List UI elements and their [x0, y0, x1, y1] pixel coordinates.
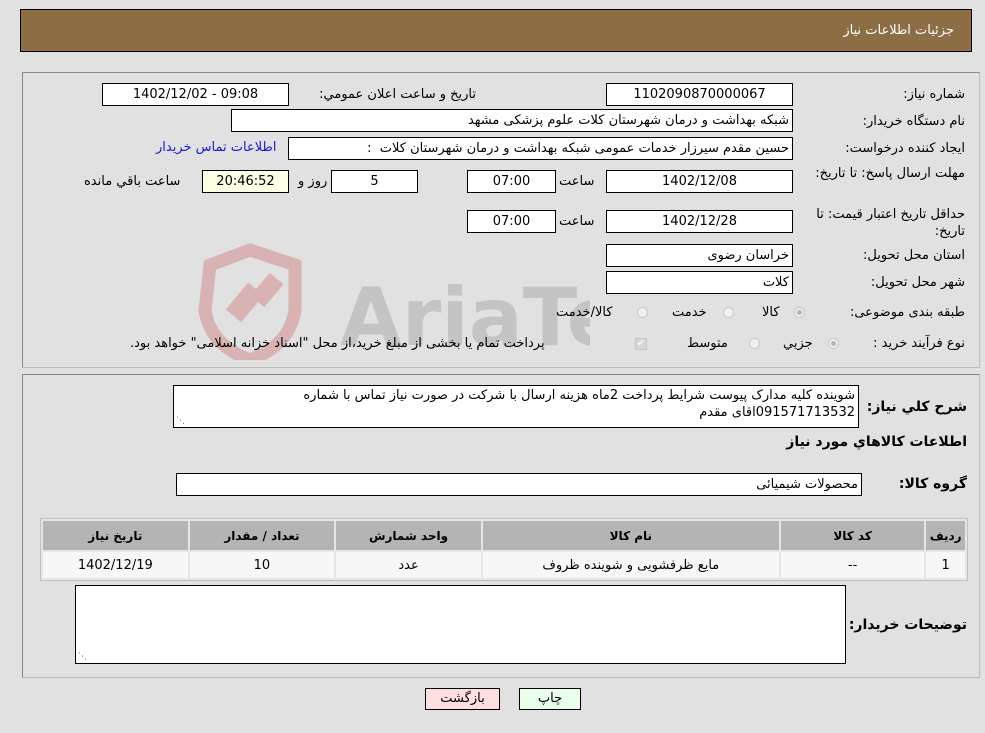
description-textarea[interactable]: شوينده کليه مدارک پيوست شرايط پرداخت 2ما…	[173, 385, 859, 428]
category-option-service: خدمت	[672, 305, 707, 320]
resize-grip-icon[interactable]: ⋰	[176, 417, 185, 426]
process-option-minor: جزيي	[783, 336, 813, 351]
page-title: جزئيات اطلاعات نياز	[843, 23, 954, 38]
delivery-city-field: کلات	[606, 271, 793, 294]
purchase-process-label: نوع فرآيند خريد :	[873, 336, 965, 351]
delivery-province-label: استان محل تحويل:	[863, 248, 965, 263]
remaining-label: ساعت باقي مانده	[84, 174, 181, 189]
cell-code: --	[780, 552, 925, 578]
category-radio-service[interactable]	[723, 307, 734, 318]
goods-section-title: اطلاعات کالاهاي مورد نياز	[786, 434, 967, 450]
category-option-goods-service: کالا/خدمت	[556, 305, 613, 320]
requester-name: حسین مقدم سیرزار خدمات عمومی شبکه بهداشت…	[379, 141, 789, 156]
buyer-notes-label: توضيحات خريدار:	[848, 617, 967, 633]
items-table-header: رديف کد کالا نام کالا واحد شمارش تعداد /…	[43, 521, 965, 550]
col-code: کد کالا	[780, 521, 925, 550]
remaining-time-field: 20:46:52	[202, 170, 289, 193]
category-radio-goods-service[interactable]	[637, 307, 648, 318]
reply-deadline-date: 1402/12/08	[606, 170, 793, 193]
table-row: 1 -- مايع ظرفشويی و شوينده ظروف عدد 10 1…	[43, 552, 965, 578]
process-option-medium: متوسط	[687, 336, 728, 351]
price-validity-date: 1402/12/28	[606, 210, 793, 233]
reply-deadline-time: 07:00	[467, 170, 556, 193]
price-validity-time-label: ساعت	[559, 214, 595, 229]
description-text: شوينده کليه مدارک پيوست شرايط پرداخت 2ما…	[303, 388, 855, 420]
buyer-notes-textarea[interactable]: ⋰	[75, 585, 846, 664]
requester-separator: :	[367, 141, 372, 156]
cell-row: 1	[926, 552, 965, 578]
category-radio-goods[interactable]	[794, 307, 805, 318]
requester-label: ايجاد کننده درخواست:	[845, 141, 965, 156]
process-radio-minor[interactable]	[828, 338, 839, 349]
need-number-label: شماره نياز:	[903, 87, 965, 102]
buyer-org-field: شبکه بهداشت و درمان شهرستان کلات علوم پز…	[231, 109, 793, 132]
col-row: رديف	[926, 521, 965, 550]
reply-deadline-label: مهلت ارسال پاسخ: تا تاريخ:	[815, 166, 965, 181]
cell-need-date: 1402/12/19	[43, 552, 188, 578]
items-table: رديف کد کالا نام کالا واحد شمارش تعداد /…	[40, 518, 968, 581]
category-label: طبقه بندی موضوعی:	[849, 305, 965, 320]
remaining-days-field: 5	[331, 170, 418, 193]
treasury-checkbox-label: پرداخت تمام يا بخشی از مبلغ خريد،از محل …	[130, 336, 545, 351]
need-number-field: 1102090870000067	[606, 83, 793, 106]
days-label: روز و	[298, 174, 328, 189]
col-unit: واحد شمارش	[336, 521, 481, 550]
cell-quantity: 10	[189, 552, 335, 578]
cell-unit: عدد	[336, 552, 481, 578]
price-validity-time: 07:00	[467, 210, 556, 233]
col-name: نام کالا	[482, 521, 779, 550]
goods-group-field: محصولات شيميائی	[176, 473, 862, 496]
announce-datetime-label: تاريخ و ساعت اعلان عمومي:	[319, 87, 476, 102]
page-header: جزئيات اطلاعات نياز	[20, 9, 972, 52]
category-option-goods: کالا	[762, 305, 780, 320]
col-quantity: تعداد / مقدار	[189, 521, 335, 550]
announce-datetime-field: 1402/12/02 - 09:08	[102, 83, 289, 106]
buyer-contact-link[interactable]: اطلاعات تماس خريدار	[156, 140, 276, 155]
print-button[interactable]: چاپ	[519, 688, 581, 710]
back-button[interactable]: بازگشت	[425, 688, 500, 710]
requester-field: حسین مقدم سیرزار خدمات عمومی شبکه بهداشت…	[288, 137, 793, 160]
description-label: شرح کلي نياز:	[866, 399, 967, 415]
delivery-province-field: خراسان رضوی	[606, 244, 793, 267]
goods-group-label: گروه کالا:	[898, 476, 967, 492]
price-validity-label: حداقل تاريخ اعتبار قيمت: تا تاريخ:	[816, 207, 965, 239]
col-need-date: تاريخ نياز	[43, 521, 188, 550]
reply-deadline-time-label: ساعت	[559, 174, 595, 189]
buyer-org-label: نام دستگاه خريدار:	[862, 114, 965, 129]
delivery-city-label: شهر محل تحويل:	[870, 275, 965, 290]
treasury-checkbox[interactable]: ✔	[635, 338, 647, 350]
resize-grip-icon[interactable]: ⋰	[78, 653, 87, 662]
cell-name: مايع ظرفشويی و شوينده ظروف	[482, 552, 779, 578]
process-radio-medium[interactable]	[749, 338, 760, 349]
